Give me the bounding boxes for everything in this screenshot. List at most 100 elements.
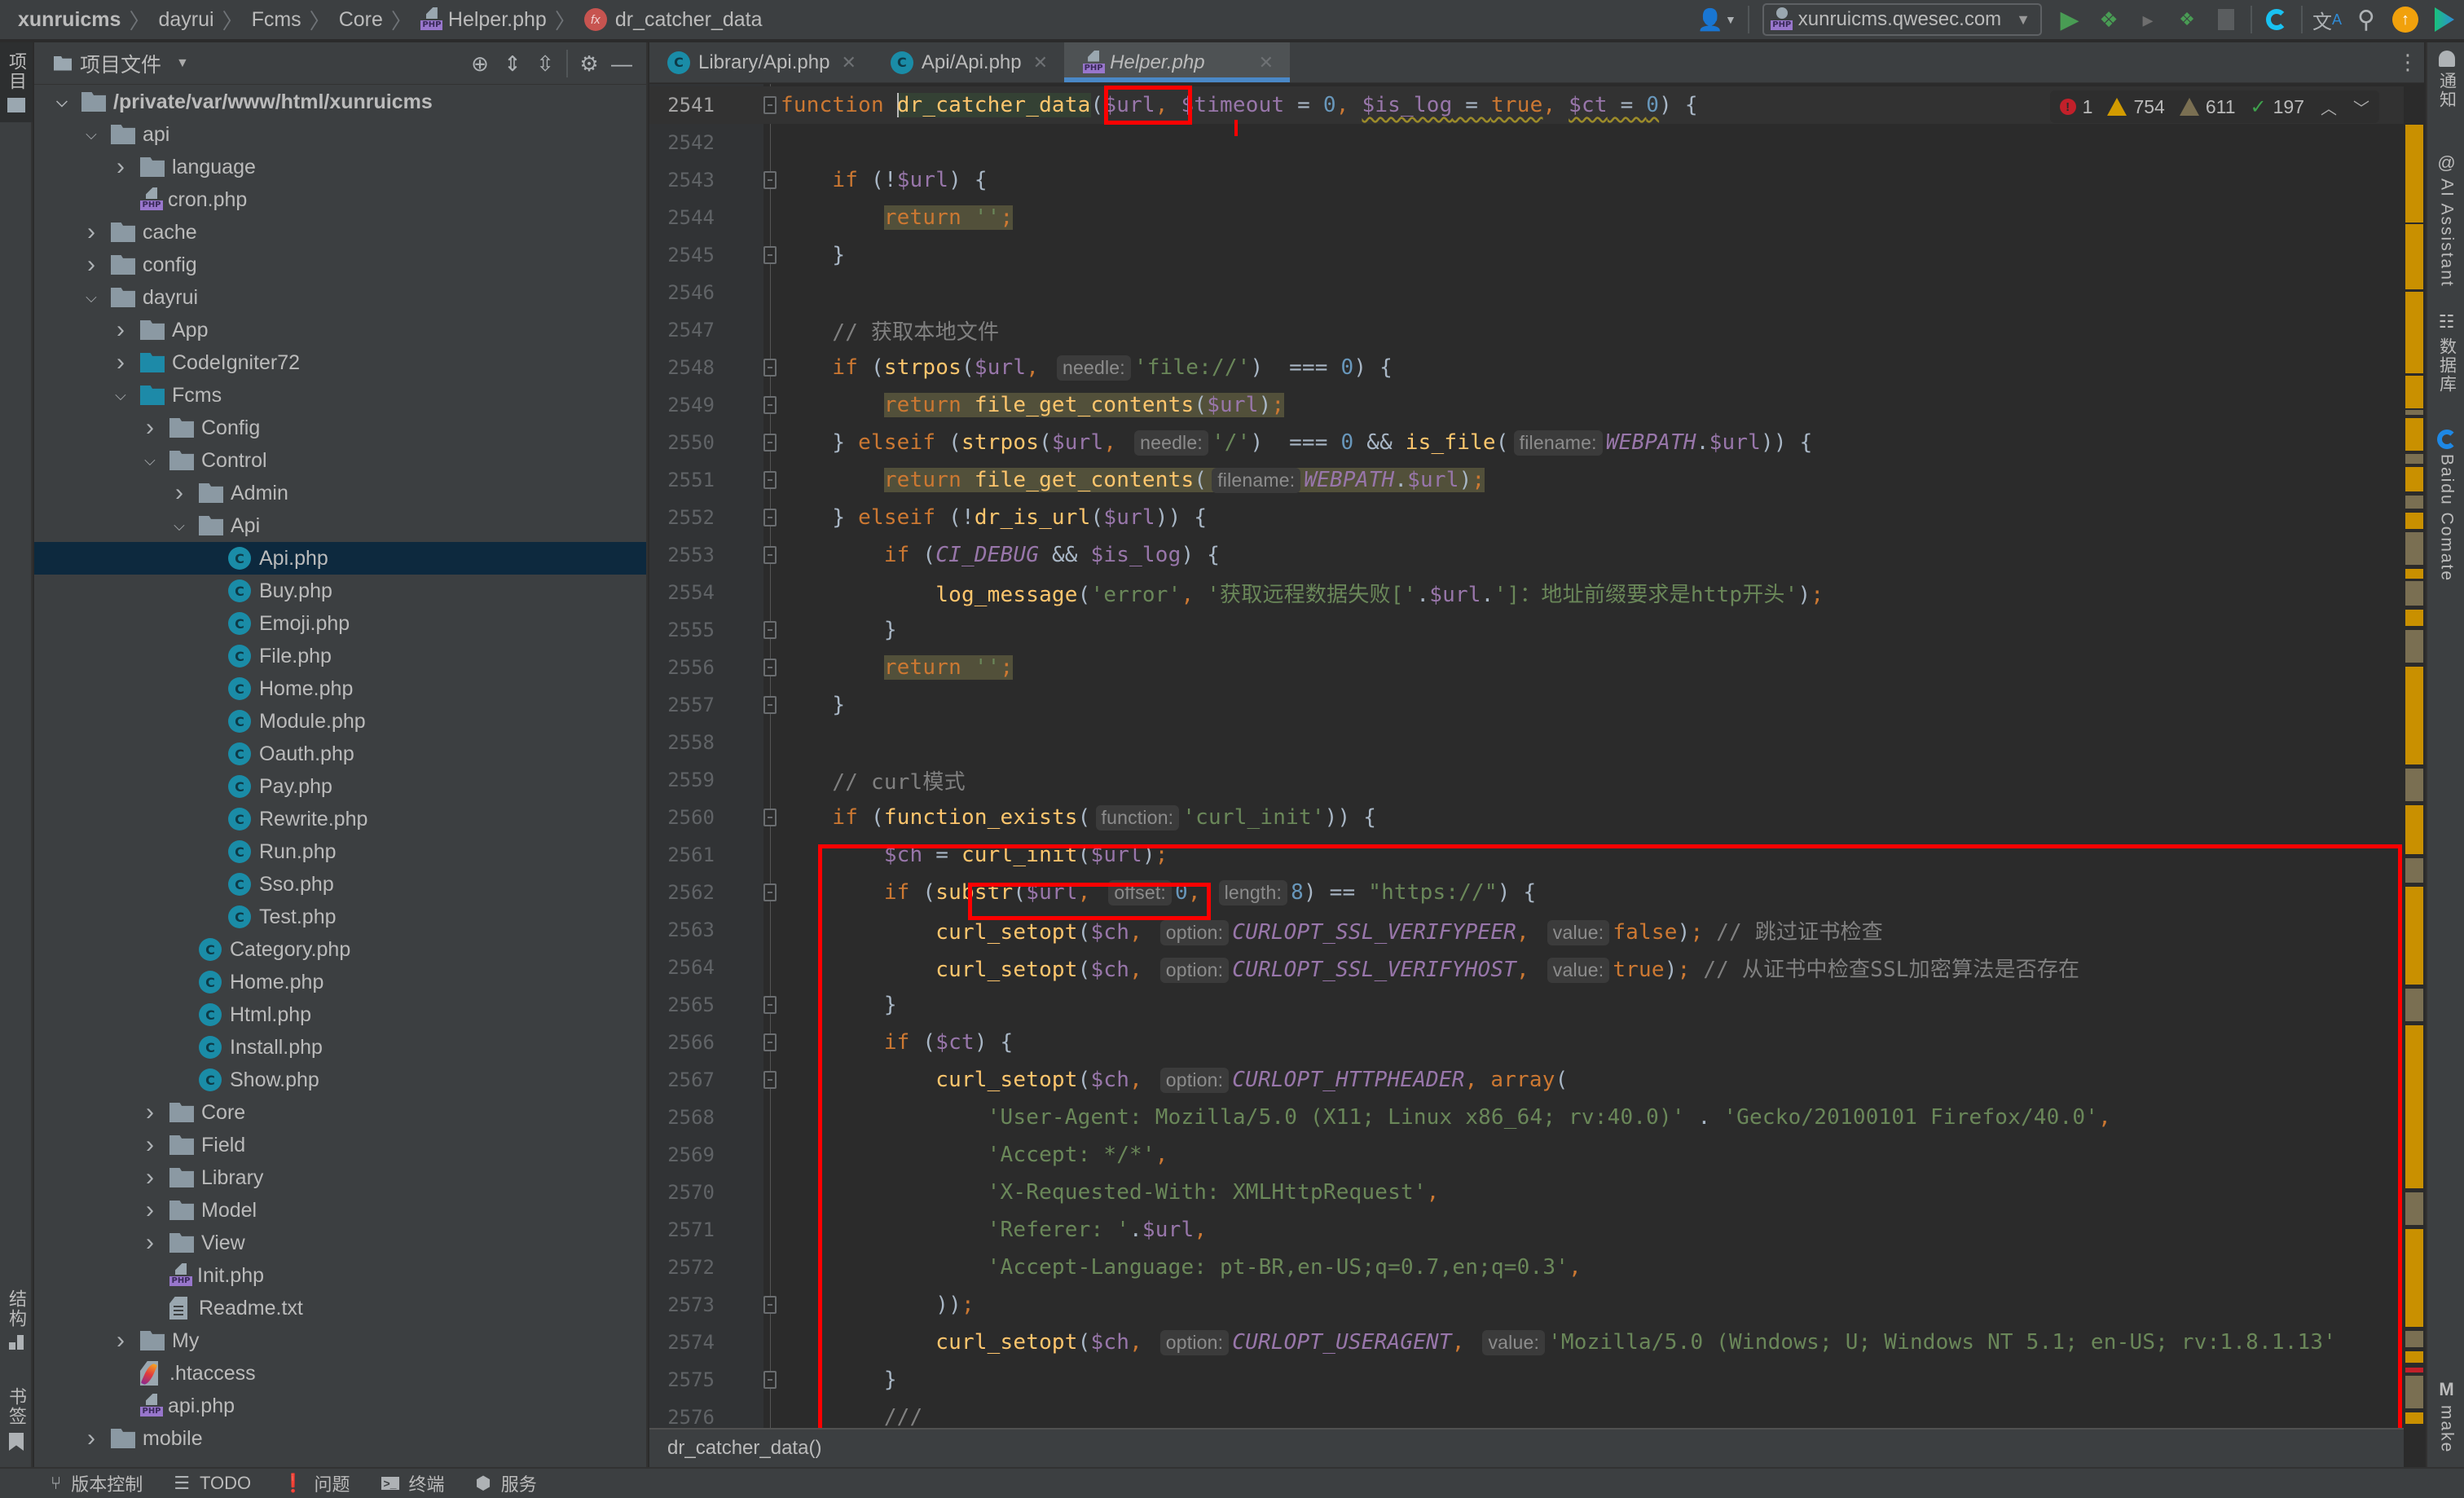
tool-tab-version-control[interactable]: ⑂ 版本控制 xyxy=(51,1470,143,1496)
fold-marker-icon[interactable] xyxy=(763,696,777,714)
error-stripe-mark[interactable] xyxy=(2405,292,2423,373)
error-stripe-mark[interactable] xyxy=(2405,769,2423,801)
next-problem-icon[interactable]: ﹀ xyxy=(2353,95,2369,119)
code-line[interactable]: 2566 if ($ct) { xyxy=(649,1024,2404,1061)
tree-item[interactable]: › Field xyxy=(34,1129,646,1161)
search-icon[interactable]: ⚲ xyxy=(2350,3,2383,36)
code-line[interactable]: 2557 } xyxy=(649,686,2404,724)
chevron-right-icon[interactable]: › xyxy=(142,1164,158,1192)
error-stripe-mark[interactable] xyxy=(2405,1229,2423,1327)
locate-icon[interactable]: ⊕ xyxy=(464,51,496,77)
fold-marker-icon[interactable] xyxy=(763,546,777,564)
project-view-select[interactable]: 项目文件 xyxy=(80,49,161,78)
editor-breadcrumb[interactable]: dr_catcher_data() xyxy=(649,1428,2404,1467)
more-options-icon[interactable]: ⋮ xyxy=(2391,42,2424,82)
chevron-right-icon[interactable]: › xyxy=(142,1196,158,1224)
chevron-down-icon[interactable]: ▼ xyxy=(176,56,189,71)
tree-item[interactable]: ›COauth.php xyxy=(34,738,646,770)
code-line[interactable]: 2569 'Accept: */*', xyxy=(649,1136,2404,1174)
chevron-down-icon[interactable]: ⌵ xyxy=(54,94,70,111)
tree-item[interactable]: ›CHtml.php xyxy=(34,998,646,1031)
error-stripe-mark[interactable] xyxy=(2405,1376,2423,1408)
tool-tab-problems[interactable]: ❗ 问题 xyxy=(282,1470,350,1496)
tree-item[interactable]: ›PHPcron.php xyxy=(34,183,646,216)
tool-tab-database[interactable]: ☷ 数据库 xyxy=(2427,311,2464,394)
code-line[interactable]: 2549 return file_get_contents($url); xyxy=(649,386,2404,424)
tree-item[interactable]: › cache xyxy=(34,216,646,249)
tree-item[interactable]: › CodeIgniter72 xyxy=(34,346,646,379)
tree-item[interactable]: ›CHome.php xyxy=(34,966,646,998)
error-stripe-mark[interactable] xyxy=(2405,418,2423,451)
error-stripe-mark[interactable] xyxy=(2405,1192,2423,1225)
error-stripe-mark[interactable] xyxy=(2405,858,2423,883)
tree-item[interactable]: ›CApi.php xyxy=(34,542,646,575)
tree-item[interactable]: ›CPay.php xyxy=(34,770,646,803)
tab-library-api-php[interactable]: C Library/Api.php ✕ xyxy=(649,42,873,82)
chevron-right-icon[interactable]: › xyxy=(112,316,129,344)
tree-item[interactable]: ⌵ /private/var/www/html/xunruicms xyxy=(34,86,646,118)
fold-marker-icon[interactable] xyxy=(763,396,777,414)
tree-item[interactable]: ›CShow.php xyxy=(34,1064,646,1096)
tree-item[interactable]: ›CModule.php xyxy=(34,705,646,738)
tool-tab-services[interactable]: ⬢ 服务 xyxy=(476,1470,537,1496)
code-line[interactable]: 2555 } xyxy=(649,611,2404,649)
code-line[interactable]: 2572 'Accept-Language: pt-BR,en-US;q=0.7… xyxy=(649,1249,2404,1286)
tree-item[interactable]: ⌵ Control xyxy=(34,444,646,477)
chevron-right-icon[interactable]: › xyxy=(112,349,129,377)
code-line[interactable]: 2573 )); xyxy=(649,1286,2404,1324)
run-configuration-select[interactable]: PHP xunruicms.qwesec.com ▼ xyxy=(1762,3,2042,36)
fold-marker-icon[interactable] xyxy=(763,1033,777,1051)
code-line[interactable]: 2562 if (substr($url, offset: 0, length: 8… xyxy=(649,874,2404,911)
fold-marker-icon[interactable] xyxy=(763,171,777,189)
tree-item[interactable]: ›CRewrite.php xyxy=(34,803,646,835)
tree-item[interactable]: › language xyxy=(34,151,646,183)
stop-icon[interactable] xyxy=(2210,3,2242,36)
breadcrumb-project[interactable]: xunruicms xyxy=(18,8,121,32)
tree-item[interactable]: › config xyxy=(34,249,646,281)
code-line[interactable]: 2559 // curl模式 xyxy=(649,761,2404,799)
error-stripe-mark[interactable] xyxy=(2405,1331,2423,1347)
error-stripe-mark[interactable] xyxy=(2405,224,2423,289)
close-icon[interactable]: ✕ xyxy=(841,52,856,73)
tool-tab-todo[interactable]: ☰ TODO xyxy=(174,1473,251,1494)
error-stripe-mark[interactable] xyxy=(2405,1412,2423,1424)
tree-item[interactable]: › Model xyxy=(34,1194,646,1227)
breadcrumb-core[interactable]: Core xyxy=(339,8,383,32)
code-line[interactable]: 2551 return file_get_contents(filename: W… xyxy=(649,461,2404,499)
error-stripe-mark[interactable] xyxy=(2405,1368,2423,1372)
fold-marker-icon[interactable] xyxy=(763,659,777,676)
chevron-right-icon[interactable]: › xyxy=(171,479,187,507)
code-line[interactable]: 2543 if (!$url) { xyxy=(649,161,2404,199)
tree-item[interactable]: › My xyxy=(34,1324,646,1357)
comate-icon[interactable] xyxy=(2260,3,2293,36)
tool-tab-ai-assistant[interactable]: @ AI Assistant xyxy=(2427,152,2464,288)
fold-marker-icon[interactable] xyxy=(763,471,777,489)
tree-item[interactable]: › App xyxy=(34,314,646,346)
tree-item[interactable]: › View xyxy=(34,1227,646,1259)
error-stripe-mark[interactable] xyxy=(2405,125,2423,222)
chevron-down-icon[interactable]: ⌵ xyxy=(83,126,99,143)
tree-item[interactable]: ›Readme.txt xyxy=(34,1292,646,1324)
tool-tab-structure[interactable]: 结构 xyxy=(0,1289,33,1387)
code-line[interactable]: 2565 } xyxy=(649,986,2404,1024)
code-line[interactable]: 2558 xyxy=(649,724,2404,761)
tree-item[interactable]: ⌵ api xyxy=(34,118,646,151)
update-icon[interactable]: ↑ xyxy=(2389,3,2422,36)
gear-icon[interactable]: ⚙ xyxy=(573,51,605,77)
tool-tab-baidu-comate[interactable]: Baidu Comate xyxy=(2427,430,2464,582)
fold-marker-icon[interactable] xyxy=(763,996,777,1014)
code-line[interactable]: 2575 } xyxy=(649,1361,2404,1399)
error-stripe[interactable] xyxy=(2404,125,2424,1429)
tab-helper-php[interactable]: PHP Helper.php ✕ xyxy=(1064,42,1291,82)
code-line[interactable]: 2560 if (function_exists(function:'curl_… xyxy=(649,799,2404,836)
code-line[interactable]: 2554 log_message('error', '获取远程数据失败['.$u… xyxy=(649,574,2404,611)
code-line[interactable]: 2552 } elseif (!dr_is_url($url)) { xyxy=(649,499,2404,536)
error-stripe-mark[interactable] xyxy=(2405,667,2423,764)
error-stripe-mark[interactable] xyxy=(2405,410,2423,415)
tree-item[interactable]: › Library xyxy=(34,1161,646,1194)
chevron-right-icon[interactable]: › xyxy=(83,251,99,279)
chevron-down-icon[interactable]: ⌵ xyxy=(171,518,187,535)
fold-marker-icon[interactable] xyxy=(763,509,777,527)
error-stripe-mark[interactable] xyxy=(2405,532,2423,565)
error-stripe-mark[interactable] xyxy=(2405,496,2423,509)
